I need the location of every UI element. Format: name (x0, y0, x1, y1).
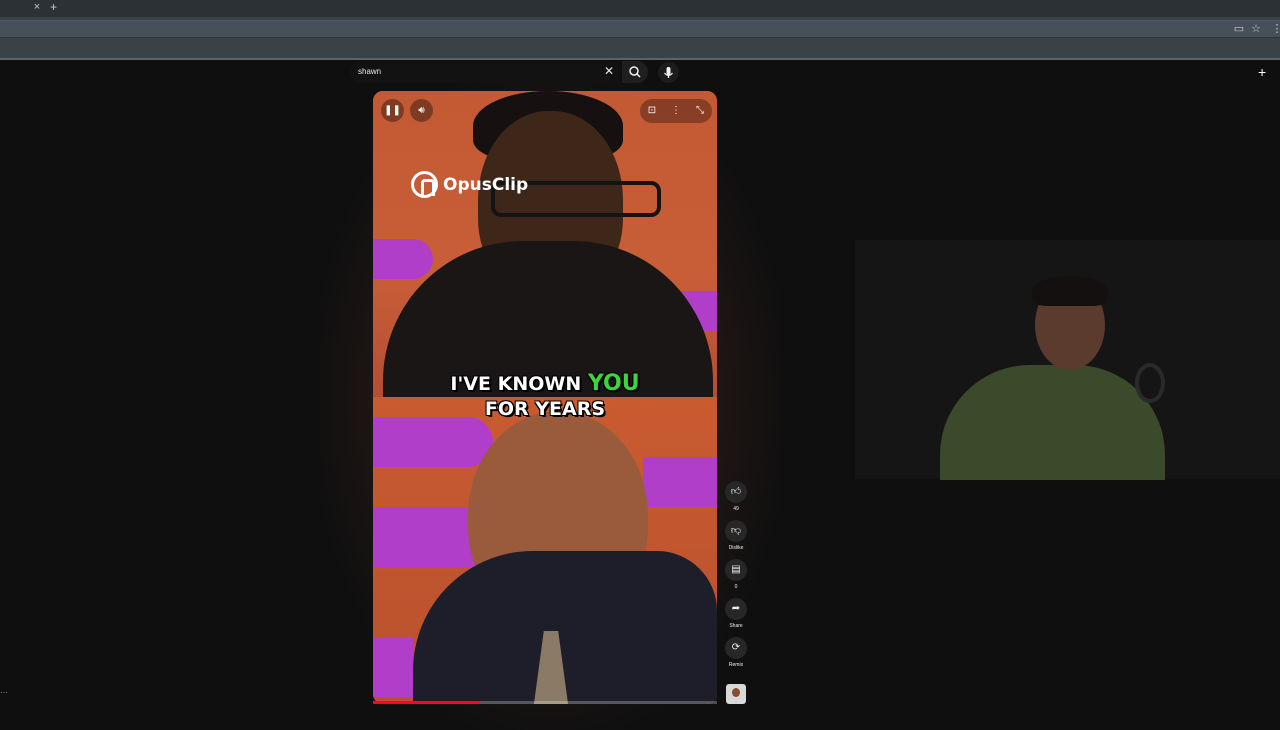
search-button[interactable] (622, 61, 648, 83)
caption-text: I'VE KNOWN (450, 373, 588, 395)
tab-close-button[interactable]: × (32, 1, 42, 13)
volume-icon: 🔊︎ (418, 105, 425, 116)
opusclip-logo-icon (411, 171, 438, 198)
thumbs-down-icon: 👎︎ (730, 525, 742, 536)
share-action[interactable]: ➦ Share (724, 598, 748, 629)
close-icon[interactable]: ✕ (604, 64, 614, 78)
remix-button[interactable]: ⟳ (725, 637, 747, 659)
edge-marker: ··· (0, 688, 8, 697)
video-progress-bar[interactable] (373, 701, 717, 704)
caption-line-2: FOR YEARS (484, 398, 606, 420)
comments-count: 0 (734, 584, 738, 590)
stage-light (373, 637, 413, 697)
fullscreen-icon[interactable]: ⤡ (688, 99, 712, 123)
create-button[interactable]: + (1258, 64, 1280, 80)
search-box[interactable] (350, 61, 620, 83)
stage-light (643, 457, 717, 507)
remix-action[interactable]: ⟳ Remix (724, 637, 748, 668)
webcam-person-hair (1032, 276, 1108, 306)
share-label: Share (729, 623, 743, 629)
more-options-icon[interactable]: ⋮ (664, 99, 688, 123)
headphones (1135, 363, 1165, 403)
pause-icon: ❚❚ (384, 105, 401, 116)
opusclip-watermark: OpusClip (411, 171, 528, 198)
dislike-label: Dislike (728, 545, 744, 551)
short-video-player[interactable]: OpusClip I'VE KNOWN YOU FOR YEARS ❚❚ 🔊︎ … (373, 91, 717, 704)
video-frame-top (373, 91, 717, 411)
plus-icon: + (1258, 64, 1267, 80)
remix-icon: ⟳ (731, 642, 741, 653)
like-action[interactable]: 👍︎ 49 (724, 481, 748, 512)
remix-label: Remix (728, 662, 744, 668)
comments-button[interactable]: ▤ (725, 559, 747, 581)
pause-button[interactable]: ❚❚ (381, 99, 404, 122)
cast-icon[interactable]: ▭ (1232, 22, 1246, 36)
bookmark-star-icon[interactable]: ☆ (1249, 22, 1263, 36)
new-tab-button[interactable]: + (50, 0, 57, 14)
like-button[interactable]: 👍︎ (725, 481, 747, 503)
share-button[interactable]: ➦ (725, 598, 747, 620)
webcam-overlay (855, 240, 1280, 480)
extensions-icon[interactable]: ⋮ (1270, 22, 1280, 36)
webcam-person (940, 276, 1165, 480)
comment-icon: ▤ (731, 564, 741, 575)
address-field[interactable] (0, 20, 1280, 38)
microphone-icon (664, 67, 673, 78)
address-toolbar (0, 17, 1280, 59)
progress-fill (373, 701, 480, 704)
video-caption: I'VE KNOWN YOU FOR YEARS (373, 371, 717, 422)
stage-light (373, 417, 493, 467)
voice-search-button[interactable] (658, 62, 679, 83)
webcam-person-shirt (940, 365, 1165, 480)
stage-light (373, 239, 433, 279)
player-controls-group: ⊡ ⋮ ⤡ (640, 99, 712, 123)
browser-tab-bar: × + (0, 0, 1280, 17)
dislike-button[interactable]: 👎︎ (725, 520, 747, 542)
channel-avatar[interactable] (726, 684, 746, 704)
caption-highlight: YOU (587, 371, 640, 396)
dislike-action[interactable]: 👎︎ Dislike (724, 520, 748, 551)
search-input[interactable]: shawn (358, 67, 381, 76)
watermark-text: OpusClip (443, 174, 529, 195)
volume-button[interactable]: 🔊︎ (410, 99, 433, 122)
comments-action[interactable]: ▤ 0 (724, 559, 748, 590)
caption-line-1: I'VE KNOWN YOU (373, 371, 717, 397)
captions-icon[interactable]: ⊡ (640, 99, 664, 123)
share-icon: ➦ (731, 603, 741, 614)
like-count: 49 (733, 506, 739, 512)
search-icon (629, 66, 641, 78)
thumbs-up-icon: 👍︎ (730, 486, 742, 497)
